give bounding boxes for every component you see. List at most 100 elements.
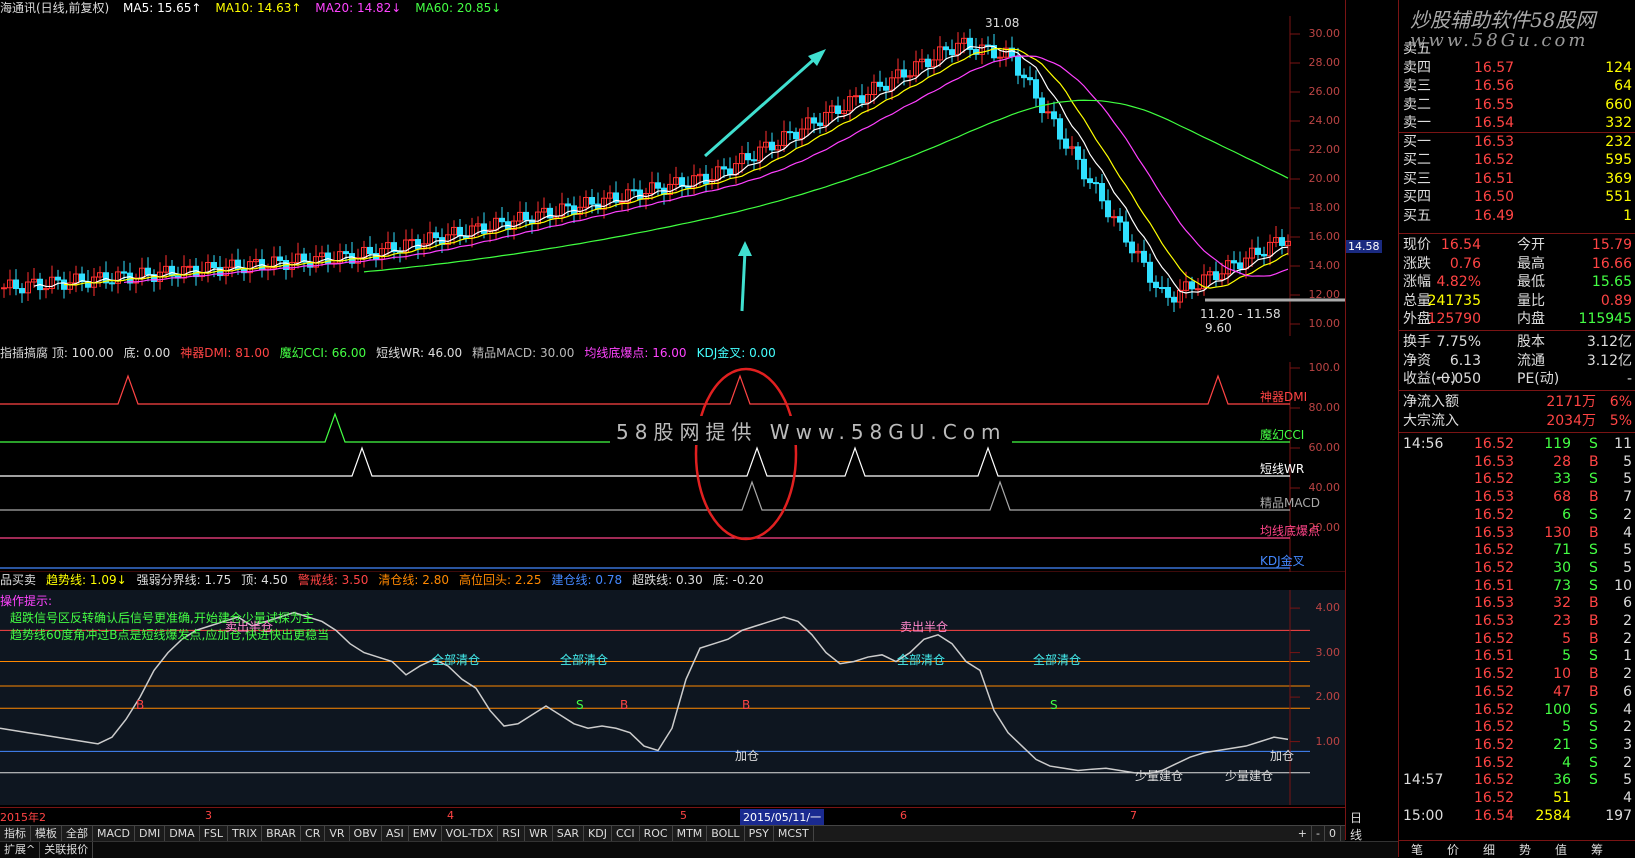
indicator-tab[interactable]: OBV [350, 826, 382, 842]
indicator-tab[interactable]: WR [525, 826, 553, 842]
zoom-button[interactable]: 0 [1325, 826, 1341, 842]
candle-body [121, 271, 127, 274]
status-item[interactable]: 扩展^ [0, 842, 41, 858]
candle-body [1087, 178, 1093, 184]
indicator-tab[interactable]: CCI [612, 826, 640, 842]
indicator-tab[interactable]: EMV [409, 826, 442, 842]
indicator-tab[interactable]: MTM [673, 826, 708, 842]
tick-volume: 36 [1553, 772, 1571, 789]
book-price: 16.57 [1474, 59, 1515, 76]
tick-price: 16.52 [1474, 790, 1515, 806]
tick-count: 3 [1623, 736, 1632, 753]
tick-price: 16.52 [1474, 630, 1515, 647]
panel-tab[interactable]: 细 [1471, 841, 1507, 858]
indicator-tab[interactable]: ASI [382, 826, 409, 842]
indicator-chart[interactable] [0, 362, 1345, 572]
tick-price: 16.53 [1474, 595, 1515, 612]
tick-volume: 119 [1544, 436, 1571, 452]
signal-legend-item: 高位回头: 2.25 [458, 573, 542, 587]
candle-body [817, 122, 823, 127]
indicator-tab[interactable]: SAR [553, 826, 585, 842]
stat-value-2: 3.12亿 [1586, 352, 1632, 369]
indicator-tab[interactable]: KDJ [584, 826, 612, 842]
panel-tab[interactable]: 势 [1507, 841, 1543, 858]
flow-divider [1399, 390, 1635, 391]
tick-volume: 21 [1553, 736, 1571, 753]
panel-tab[interactable]: 筹 [1579, 841, 1615, 858]
price-chart[interactable] [0, 16, 1345, 336]
price-axis-label: 26.00 [1308, 85, 1341, 98]
book-price: 16.53 [1474, 133, 1515, 150]
candle-body [523, 211, 529, 221]
indicator-tab[interactable]: BOLL [707, 826, 745, 842]
tick-price: 16.52 [1474, 754, 1515, 771]
tick-row: 16.52 4 S 2 [1399, 754, 1635, 772]
candle-body [589, 197, 595, 205]
ma20-label: MA20: 14.82↓ [315, 1, 402, 15]
date-axis: 2015年2 3 4 5 2015/05/11/一 6 7 日线 [0, 807, 1362, 842]
signal-label: S [1050, 698, 1058, 712]
chart-area[interactable]: 海通讯(日线,前复权) MA5: 15.65↑ MA10: 14.63↑ MA2… [0, 0, 1382, 842]
signal-legend-item: 趋势线: 1.09↓ [46, 573, 127, 587]
stat-label: 净资 [1403, 352, 1431, 369]
signal-label: 全部清仓 [560, 653, 609, 668]
signal-axis-label: 3.00 [1315, 645, 1341, 659]
indicator-tab[interactable]: ROC [640, 826, 673, 842]
price-axis-label: 28.00 [1308, 56, 1341, 69]
candle-body [745, 153, 751, 161]
indicator-tab[interactable]: 全部 [62, 826, 93, 842]
indicator-tab[interactable]: MACD [93, 826, 135, 842]
candle-body [1147, 261, 1153, 283]
panel-tab[interactable]: 笔 [1399, 841, 1435, 858]
stat-label-2: PE(动) [1517, 371, 1560, 387]
tick-side: B [1589, 524, 1599, 541]
zoom-button[interactable]: - [1312, 826, 1325, 842]
indicator-tab[interactable]: BRAR [262, 826, 302, 842]
tick-price: 16.52 [1474, 666, 1515, 683]
book-price: 16.51 [1474, 170, 1515, 187]
tick-row: 16.53 68 B 7 [1399, 488, 1635, 506]
book-volume: 64 [1614, 78, 1632, 94]
book-volume: 595 [1605, 152, 1632, 168]
panel-tab[interactable]: 值 [1543, 841, 1579, 858]
tick-price: 16.52 [1474, 542, 1515, 559]
indicator-legend-item: 底: 0.00 [123, 346, 171, 360]
indicator-tab[interactable]: DMI [135, 826, 166, 842]
indicator-tab[interactable]: MCST [774, 826, 814, 842]
indicator-legend-item: KDJ金叉: 0.00 [696, 346, 776, 360]
indicator-tab[interactable]: RSI [498, 826, 526, 842]
indicator-tab[interactable]: FSL [200, 826, 228, 842]
indicator-tab[interactable]: TRIX [228, 826, 263, 842]
signal-legend-item: 强弱分界线: 1.75 [136, 573, 232, 587]
candle-body [1231, 260, 1237, 264]
quote-value-2: 0.89 [1600, 292, 1632, 309]
indicator-tab[interactable]: DMA [165, 826, 200, 842]
signal-label: 卖出半仓 [900, 619, 949, 634]
signal-legend: 品买卖 趋势线: 1.09↓ 强弱分界线: 1.75 顶: 4.50 警戒线: 3.50… [0, 572, 774, 588]
quote-label-2: 量比 [1517, 292, 1545, 309]
panel-tab[interactable]: 价 [1435, 841, 1471, 858]
zoom-button[interactable]: + [1294, 826, 1313, 842]
tick-row: 16.52 51 4 [1399, 789, 1635, 807]
indicator-tab[interactable]: 指标 [0, 826, 31, 842]
indicator-legend-item: 魔幻CCI: 66.00 [279, 346, 367, 360]
candle-body [997, 56, 1003, 59]
indicator-tab[interactable]: PSY [745, 826, 774, 842]
candle-body [565, 203, 571, 207]
indicator-tab[interactable]: VR [325, 826, 350, 842]
quote-row: 外盘 125790 内盘 115945 [1399, 310, 1635, 328]
candle-body [943, 46, 949, 51]
candle-body [655, 182, 661, 189]
tick-side: S [1589, 436, 1598, 452]
indicator-legend-item: 指插搞腐 顶: 100.00 [0, 346, 114, 360]
tick-row: 15:00 16.54 2584 197 [1399, 807, 1635, 825]
tick-volume: 32 [1553, 595, 1571, 612]
ma5-line [33, 45, 1289, 294]
status-item[interactable]: 关联报价 [40, 842, 94, 858]
candle-body [877, 81, 883, 87]
indicator-tab[interactable]: CR [301, 826, 326, 842]
tick-count: 11 [1614, 436, 1632, 452]
indicator-tab[interactable]: VOL-TDX [442, 826, 499, 842]
ticks-divider [1399, 432, 1635, 433]
indicator-tab[interactable]: 模板 [31, 826, 62, 842]
